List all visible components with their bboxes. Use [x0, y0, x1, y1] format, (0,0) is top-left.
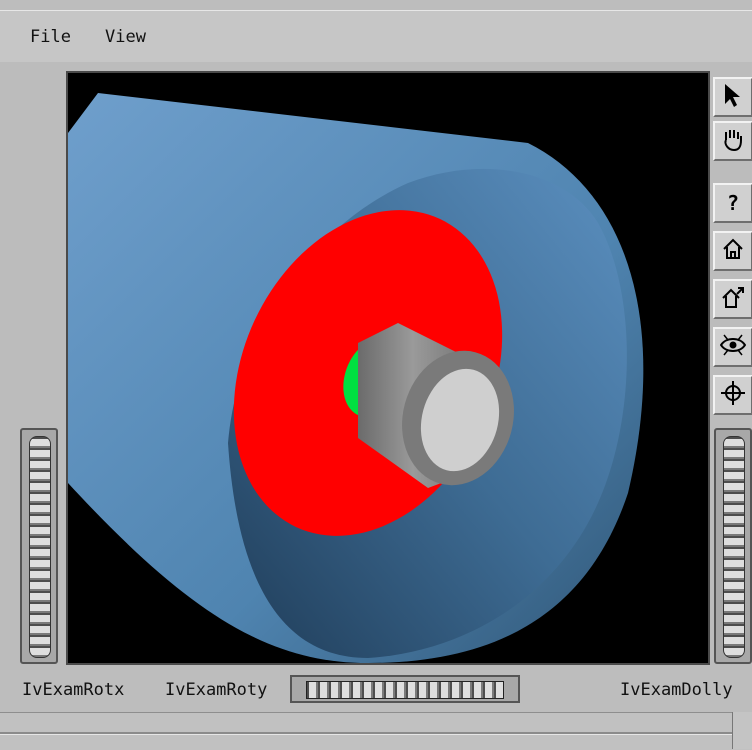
set-home-button[interactable]	[713, 279, 752, 319]
rotx-label: IvExamRotx	[22, 680, 125, 700]
rotx-thumbwheel[interactable]	[20, 428, 58, 664]
resize-grip[interactable]	[732, 712, 752, 749]
roty-label: IvExamRoty	[165, 680, 268, 700]
set-home-icon	[721, 285, 745, 314]
3d-viewport[interactable]	[66, 71, 710, 665]
help-icon: ?	[726, 191, 740, 215]
crosshair-icon	[720, 380, 746, 411]
roty-wheel-grip	[306, 681, 504, 699]
eye-icon	[719, 333, 747, 362]
menu-bar: File View	[0, 10, 752, 63]
help-button[interactable]: ?	[713, 183, 752, 223]
menu-view[interactable]: View	[105, 27, 146, 47]
hand-icon	[720, 126, 746, 157]
scene-render	[68, 93, 644, 663]
dolly-label: IvExamDolly	[620, 680, 733, 700]
menu-file[interactable]: File	[30, 27, 71, 47]
roty-thumbwheel[interactable]	[290, 675, 520, 703]
dolly-thumbwheel[interactable]	[714, 428, 752, 664]
seek-button[interactable]	[713, 375, 752, 415]
bottom-status-bar	[0, 712, 752, 750]
select-button[interactable]	[713, 77, 752, 117]
home-button[interactable]	[713, 231, 752, 271]
pan-button[interactable]	[713, 121, 752, 161]
divider	[0, 732, 752, 734]
rotx-wheel-grip	[29, 436, 51, 658]
dolly-wheel-grip	[723, 436, 745, 658]
arrow-pointer-icon	[722, 82, 744, 113]
viewer-toolbar: ?	[710, 73, 752, 433]
view-all-button[interactable]	[713, 327, 752, 367]
home-icon	[721, 237, 745, 266]
